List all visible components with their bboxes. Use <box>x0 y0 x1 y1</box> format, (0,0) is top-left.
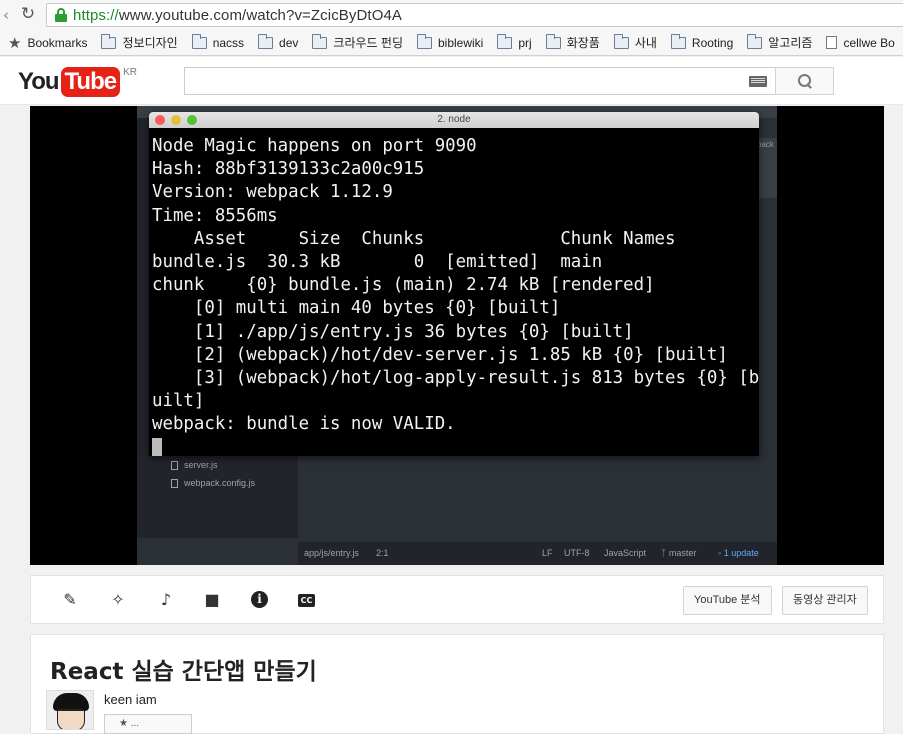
folder-icon <box>545 33 561 49</box>
bookmark-bookmarks[interactable]: Bookmarks <box>27 36 87 50</box>
terminal-cursor <box>152 438 162 456</box>
file-icon <box>171 478 178 488</box>
youtube-logo[interactable]: You Tube KR <box>18 67 137 97</box>
bookmark-page[interactable]: cellwe Bo <box>826 36 895 50</box>
bookmark-folder[interactable]: nacss <box>191 33 244 50</box>
terminal-titlebar: 2. node <box>149 112 759 128</box>
subscribe-button[interactable]: ★ ... <box>104 714 192 734</box>
bookmark-folder[interactable]: biblewiki <box>416 33 483 50</box>
bookmark-folder[interactable]: 크라우드 펀딩 <box>312 33 403 51</box>
folder-icon <box>101 33 117 49</box>
tree-file: webpack.config.js <box>171 478 255 488</box>
analytics-button[interactable]: YouTube 분석 <box>683 586 772 615</box>
closed-captions-icon[interactable]: CC <box>298 591 316 609</box>
youtube-header: You Tube KR <box>0 57 903 105</box>
bookmark-folder[interactable]: 알고리즘 <box>747 33 812 51</box>
terminal-window: 2. node Node Magic happens on port 9090 H… <box>149 112 759 456</box>
bookmark-folder[interactable]: dev <box>258 33 298 50</box>
video-frame: server.js webpack.config.js pack app/js/… <box>137 106 777 565</box>
page-icon <box>826 36 838 49</box>
search-input[interactable] <box>184 67 776 95</box>
video-info: React 실습 간단앱 만들기 keen iam ★ ... <box>30 634 884 734</box>
folder-icon <box>416 33 432 49</box>
reload-icon[interactable]: ↻ <box>20 6 36 23</box>
back-arrow-icon[interactable]: ‹ <box>0 7 14 23</box>
star-icon: ★ <box>8 33 22 52</box>
bookmark-folder[interactable]: 사내 <box>613 33 657 51</box>
magic-wand-icon[interactable]: ✧ <box>109 591 127 609</box>
editor-side-tab: pack <box>757 138 777 198</box>
file-icon <box>171 460 178 470</box>
keyboard-icon[interactable] <box>749 76 767 87</box>
update-label: ◦ 1 update <box>718 548 759 558</box>
avatar[interactable] <box>46 690 94 730</box>
terminal-output: Node Magic happens on port 9090 Hash: 88b… <box>149 128 759 456</box>
bookmarks-bar: ★ Bookmarks 정보디자인 nacss dev 크라우드 펀딩 bibl… <box>0 30 903 56</box>
folder-icon <box>191 33 207 49</box>
folder-icon <box>312 33 328 49</box>
folder-icon <box>670 33 686 49</box>
folder-icon <box>497 33 513 49</box>
search-icon <box>797 74 812 88</box>
close-dot-icon <box>155 115 165 125</box>
folder-icon <box>613 33 629 49</box>
creator-action-bar: ✎ ✧ ♪ ■ i CC YouTube 분석 동영상 관리자 <box>30 575 884 624</box>
lock-icon <box>55 8 67 22</box>
bookmark-folder[interactable]: prj <box>497 33 532 50</box>
tree-file: server.js <box>171 460 218 470</box>
video-manager-button[interactable]: 동영상 관리자 <box>782 586 868 615</box>
maximize-dot-icon <box>187 115 197 125</box>
bookmark-folder[interactable]: 화장품 <box>545 33 600 51</box>
folder-icon <box>258 33 274 49</box>
minimize-dot-icon <box>171 115 181 125</box>
editor-statusbar: app/js/entry.js 2:1 LF UTF-8 JavaScript … <box>298 542 777 565</box>
video-player[interactable]: server.js webpack.config.js pack app/js/… <box>30 106 884 565</box>
region-label: KR <box>123 67 137 78</box>
url-text[interactable]: https://www.youtube.com/watch?v=ZcicByDt… <box>73 7 402 24</box>
comment-icon[interactable]: ■ <box>203 591 221 609</box>
address-bar[interactable]: https://www.youtube.com/watch?v=ZcicByDt… <box>46 3 903 27</box>
search-button[interactable] <box>775 67 834 95</box>
channel-name[interactable]: keen iam <box>104 692 157 707</box>
branch-label: ᛉ master <box>661 548 697 558</box>
browser-toolbar: ‹ ↻ https://www.youtube.com/watch?v=Zcic… <box>0 0 903 30</box>
bookmark-folder[interactable]: 정보디자인 <box>101 33 178 51</box>
bookmark-folder[interactable]: Rooting <box>670 33 733 50</box>
info-icon[interactable]: i <box>251 591 269 609</box>
music-note-icon[interactable]: ♪ <box>157 591 175 609</box>
pencil-icon[interactable]: ✎ <box>61 591 79 609</box>
folder-icon <box>747 33 763 49</box>
video-title: React 실습 간단앱 만들기 <box>50 659 317 685</box>
